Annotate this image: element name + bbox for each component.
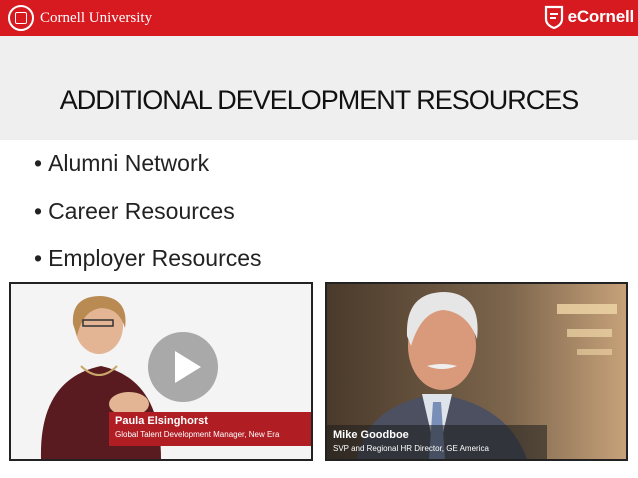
bullet-text: Career Resources xyxy=(48,197,235,224)
bullet-dot: • xyxy=(34,245,43,271)
play-icon[interactable] xyxy=(148,332,218,402)
speaker-caption: Paula Elsinghorst Global Talent Developm… xyxy=(109,412,311,446)
header-bar: Cornell University eCornell xyxy=(0,0,638,36)
cornell-university-logo[interactable]: Cornell University xyxy=(8,5,152,31)
cornell-seal-icon xyxy=(8,5,34,31)
video-thumbnail-mike[interactable]: Mike Goodboe SVP and Regional HR Directo… xyxy=(325,282,628,461)
speaker-caption: Mike Goodboe SVP and Regional HR Directo… xyxy=(327,425,547,459)
video-thumbnail-paula[interactable]: Paula Elsinghorst Global Talent Developm… xyxy=(9,282,313,461)
ecornell-shield-icon xyxy=(544,5,563,29)
bullet-list: • Alumni Network • Career Resources • Emplo… xyxy=(34,150,262,293)
speaker-title: SVP and Regional HR Director, GE America xyxy=(333,444,489,453)
bullet-text: Alumni Network xyxy=(48,150,210,176)
bullet-text: Employer Resources xyxy=(48,245,262,271)
slide-title: ADDITIONAL DEVELOPMENT RESOURCES xyxy=(59,85,580,115)
bullet-item: • Career Resources xyxy=(34,198,262,246)
ecornell-logo[interactable]: eCornell xyxy=(544,5,634,29)
bullet-dot: • xyxy=(34,197,43,224)
brand-name: eCornell xyxy=(567,7,635,26)
bullet-item: • Alumni Network xyxy=(34,150,262,198)
bullet-dot: • xyxy=(34,150,43,176)
speaker-title: Global Talent Development Manager, New E… xyxy=(115,430,280,439)
speaker-name: Mike Goodboe xyxy=(333,429,409,441)
speaker-name: Paula Elsinghorst xyxy=(115,415,208,427)
university-name: Cornell University xyxy=(40,9,153,26)
